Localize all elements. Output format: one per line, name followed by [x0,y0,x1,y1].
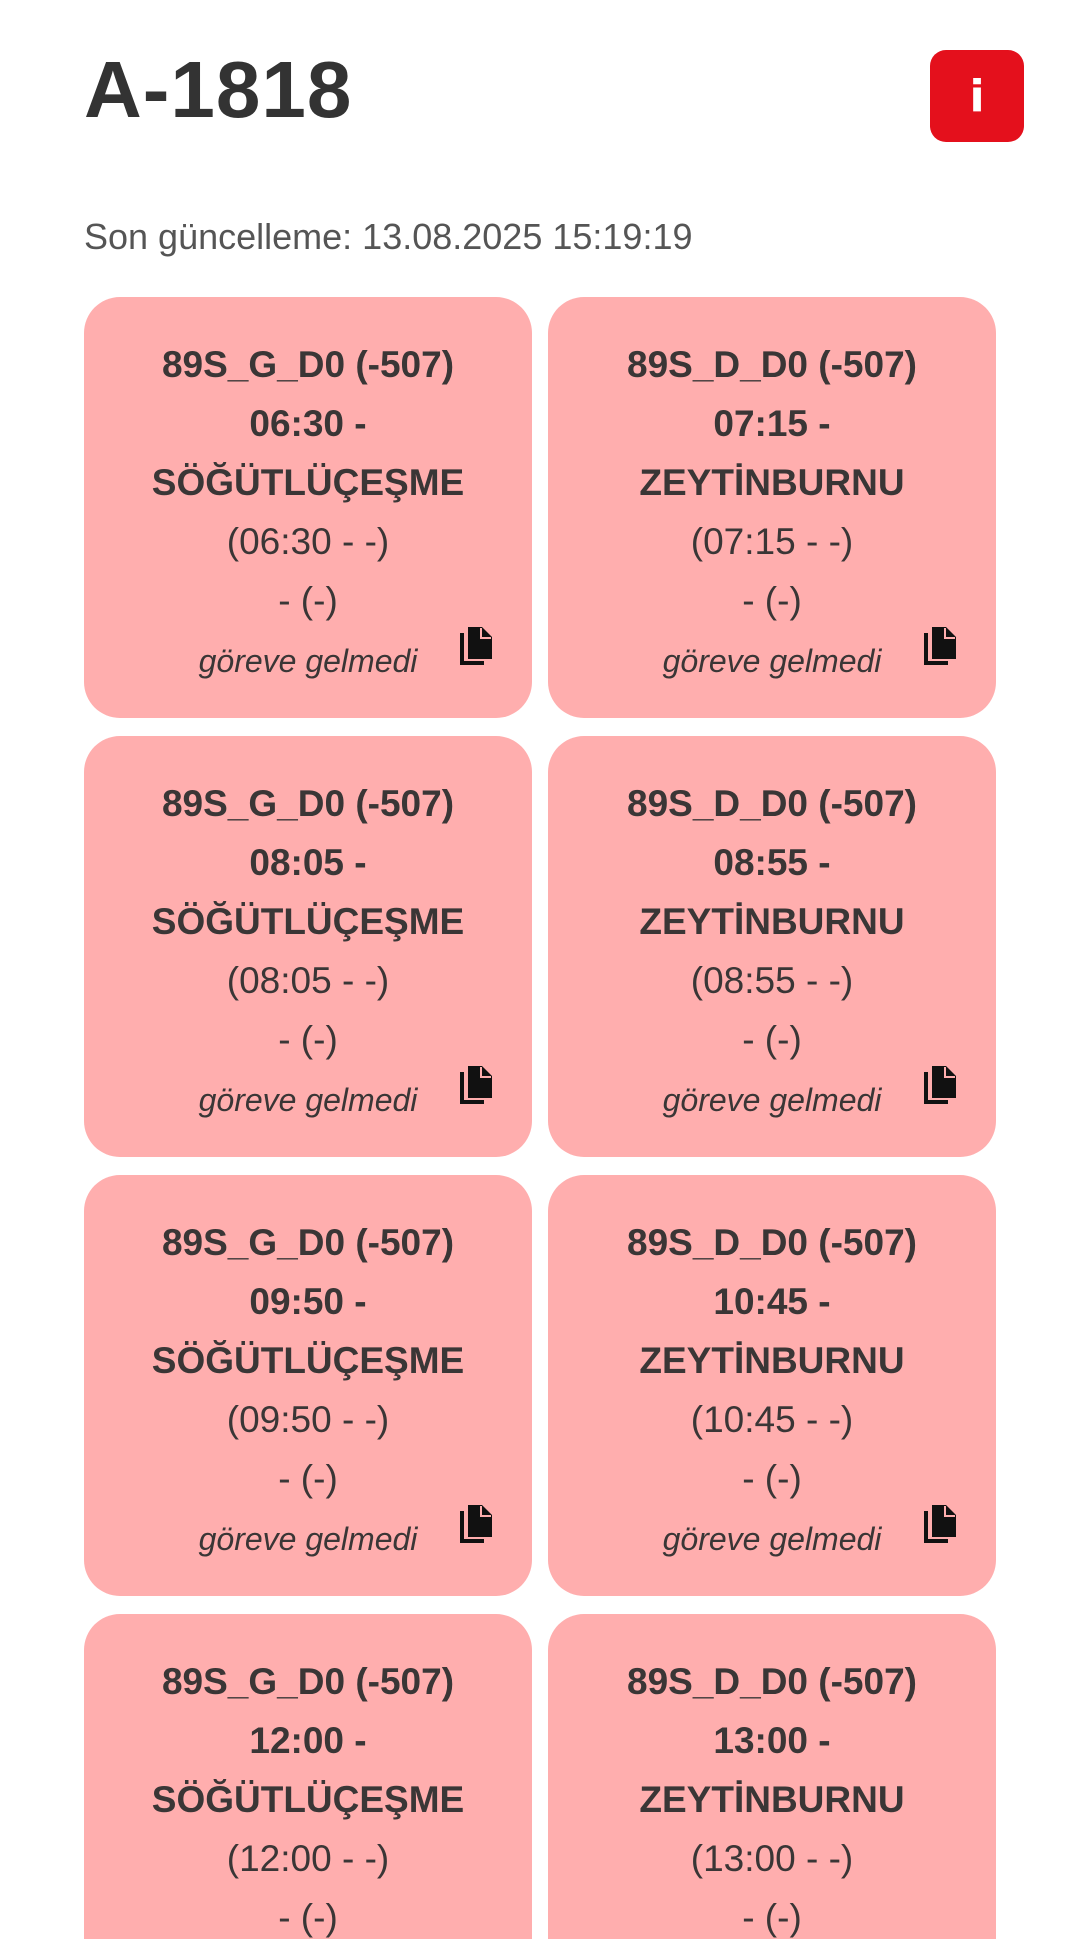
trip-destination: ZEYTİNBURNU [639,1779,905,1820]
trip-card-5[interactable]: 89S_G_D0 (-507) 09:50 - SÖĞÜTLÜÇEŞME (09… [84,1175,532,1596]
trip-actual-time: (13:00 - -) [690,1838,854,1879]
trip-route: 89S_G_D0 (-507) [161,783,455,824]
trip-time: 08:55 - [713,842,831,883]
last-update-label: Son güncelleme: 13.08.2025 15:19:19 [84,216,693,257]
trip-time: 13:00 - [713,1720,831,1761]
trip-card-6[interactable]: 89S_D_D0 (-507) 10:45 - ZEYTİNBURNU (10:… [548,1175,996,1596]
trip-route: 89S_G_D0 (-507) [161,344,455,385]
trip-card-grid: 89S_G_D0 (-507) 06:30 - SÖĞÜTLÜÇEŞME (06… [84,297,996,1939]
trip-card-8[interactable]: 89S_D_D0 (-507) 13:00 - ZEYTİNBURNU (13:… [548,1614,996,1939]
trip-time: 07:15 - [713,403,831,444]
page: A-1818 i Son güncelleme: 13.08.2025 15:1… [0,0,1080,1939]
trip-actual-time: (12:00 - -) [226,1838,390,1879]
trip-route: 89S_D_D0 (-507) [627,1222,917,1263]
copy-icon[interactable] [458,1064,494,1106]
trip-card-4[interactable]: 89S_D_D0 (-507) 08:55 - ZEYTİNBURNU (08:… [548,736,996,1157]
info-button[interactable]: i [930,50,1024,142]
trip-card-1[interactable]: 89S_G_D0 (-507) 06:30 - SÖĞÜTLÜÇEŞME (06… [84,297,532,718]
trip-time: 12:00 - [249,1720,367,1761]
trip-destination: ZEYTİNBURNU [639,901,905,942]
trip-route: 89S_D_D0 (-507) [627,783,917,824]
trip-actual-time: (06:30 - -) [226,521,390,562]
header: A-1818 i [84,40,1024,150]
trip-card-2[interactable]: 89S_D_D0 (-507) 07:15 - ZEYTİNBURNU (07:… [548,297,996,718]
trip-driver: - (-) [278,1897,338,1938]
copy-icon[interactable] [922,1064,958,1106]
trip-driver: - (-) [278,1019,338,1060]
copy-icon[interactable] [458,1503,494,1545]
trip-route: 89S_G_D0 (-507) [161,1661,455,1702]
trip-actual-time: (07:15 - -) [690,521,854,562]
trip-route: 89S_D_D0 (-507) [627,344,917,385]
trip-destination: SÖĞÜTLÜÇEŞME [151,1340,465,1381]
trip-destination: ZEYTİNBURNU [639,1340,905,1381]
trip-driver: - (-) [742,1897,802,1938]
copy-icon[interactable] [922,1503,958,1545]
trip-route: 89S_D_D0 (-507) [627,1661,917,1702]
trip-route: 89S_G_D0 (-507) [161,1222,455,1263]
trip-card-7[interactable]: 89S_G_D0 (-507) 12:00 - SÖĞÜTLÜÇEŞME (12… [84,1614,532,1939]
trip-driver: - (-) [742,1458,802,1499]
trip-driver: - (-) [742,580,802,621]
page-title: A-1818 [84,45,353,134]
copy-icon[interactable] [458,625,494,667]
trip-time: 09:50 - [249,1281,367,1322]
trip-destination: ZEYTİNBURNU [639,462,905,503]
trip-actual-time: (10:45 - -) [690,1399,854,1440]
copy-icon[interactable] [922,625,958,667]
trip-actual-time: (09:50 - -) [226,1399,390,1440]
trip-driver: - (-) [278,580,338,621]
info-icon: i [969,70,985,122]
trip-driver: - (-) [742,1019,802,1060]
trip-destination: SÖĞÜTLÜÇEŞME [151,901,465,942]
trip-destination: SÖĞÜTLÜÇEŞME [151,462,465,503]
trip-card-3[interactable]: 89S_G_D0 (-507) 08:05 - SÖĞÜTLÜÇEŞME (08… [84,736,532,1157]
trip-actual-time: (08:55 - -) [690,960,854,1001]
trip-destination: SÖĞÜTLÜÇEŞME [151,1779,465,1820]
trip-driver: - (-) [278,1458,338,1499]
last-update-text: Son güncelleme: 13.08.2025 15:19:19 [84,216,692,258]
trip-time: 10:45 - [713,1281,831,1322]
trip-actual-time: (08:05 - -) [226,960,390,1001]
trip-time: 06:30 - [249,403,367,444]
trip-time: 08:05 - [249,842,367,883]
